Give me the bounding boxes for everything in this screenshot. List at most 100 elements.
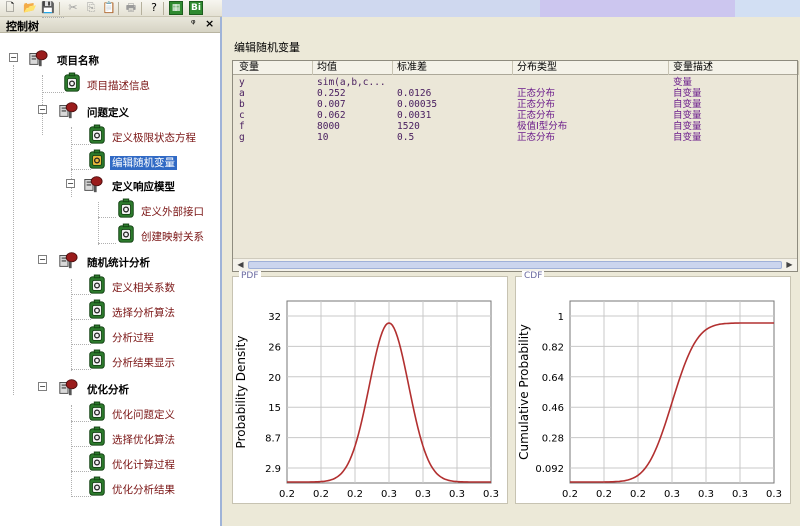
table-cell: 自变量 [673,132,702,143]
green-grid-icon[interactable]: ▦ [169,1,183,15]
control-tree-title: 控制树 [6,20,39,33]
table-cell: 正态分布 [517,110,556,121]
toolbar-separator [118,2,119,15]
table-cell: 0.252 [317,88,346,99]
cut-icon[interactable]: ✂ [66,1,80,15]
open-folder-icon[interactable]: 📂 [23,1,37,15]
tree-item-label[interactable]: 定义相关系数 [110,281,177,295]
table-header-row: 变量 均值 标准差 分布类型 变量描述 [233,61,799,75]
tree-item-label[interactable]: 选择优化算法 [110,433,177,447]
tree-item-label[interactable]: 选择分析算法 [110,306,177,320]
cdf-y-tick-label: 0.092 [535,464,564,475]
control-tree-header: 控制树 ᵠ × [0,17,220,33]
tree-node-icon [89,476,105,496]
tree-item-label[interactable]: 定义响应模型 [110,180,177,194]
tree-collapse-toggle[interactable]: − [9,53,18,62]
table-cell: 自变量 [673,99,702,110]
pdf-y-tick-label: 8.7 [265,434,281,445]
green-bi-icon[interactable]: Bi [189,1,203,15]
tree-item-label[interactable]: 编辑随机变量 [110,156,177,170]
tree-folder-icon [59,102,78,119]
cdf-y-tick-label: 1 [558,312,564,323]
tree-item-label[interactable]: 优化分析 [85,383,131,397]
tree-item-label[interactable]: 创建映射关系 [139,230,206,244]
tree-node-icon [89,274,105,294]
tree-node-icon [118,198,134,218]
random-variable-table: 变量 均值 标准差 分布类型 变量描述 y sim(a,b,c... 变量 a 0.252 0.0… [232,60,799,272]
close-icon[interactable]: × [205,17,214,30]
horizontal-scrollbar[interactable]: ◀ ▶ [233,258,797,271]
pdf-x-tick-label: 0.3 [483,489,499,500]
scroll-right-icon[interactable]: ▶ [783,259,796,271]
table-row[interactable]: f 8000 1520 极值I型分布 自变量 [233,121,797,132]
pdf-x-tick-label: 0.2 [313,489,329,500]
tree-item-label[interactable]: 优化分析结果 [110,483,177,497]
cdf-y-tick-label: 0.46 [542,403,564,414]
pdf-x-tick-label: 0.3 [415,489,431,500]
table-column-header[interactable]: 分布类型 [513,61,669,75]
tree-item-label[interactable]: 问题定义 [85,106,131,120]
table-column-header[interactable]: 标准差 [393,61,513,75]
table-cell: 正态分布 [517,132,556,143]
tree-item-label[interactable]: 项目名称 [55,54,101,68]
pdf-x-tick-label: 0.2 [279,489,295,500]
tree-collapse-toggle[interactable]: − [38,382,47,391]
table-row[interactable]: a 0.252 0.0126 正态分布 自变量 [233,88,797,99]
table-column-header[interactable]: 变量 [235,61,313,75]
cdf-chart-panel: 0.2 0.2 0.2 0.3 0.3 0.3 0.3 0.092 0.28 0.46 0.64 0.… [515,271,791,504]
tree-connector-line [42,92,64,93]
main-content: 编辑随机变量 变量 均值 标准差 分布类型 变量描述 y sim(a,b,c... 变量 a 0… [224,17,800,526]
pin-icon[interactable]: ᵠ [191,17,196,30]
table-cell: 极值I型分布 [517,121,568,132]
table-cell: 0.062 [317,110,346,121]
table-cell: 自变量 [673,121,702,132]
cdf-x-tick-label: 0.3 [664,489,680,500]
copy-icon[interactable]: ⎘ [84,1,98,15]
cdf-x-tick-label: 0.3 [732,489,748,500]
tree-item-label[interactable]: 优化计算过程 [110,458,177,472]
tree-item-label[interactable]: 随机统计分析 [85,256,152,270]
table-cell: b [239,99,245,110]
cdf-y-tick-label: 0.28 [542,434,564,445]
table-row[interactable]: c 0.062 0.0031 正态分布 自变量 [233,110,797,121]
tree-item-label[interactable]: 定义极限状态方程 [110,131,198,145]
help-icon[interactable]: ? [147,1,161,15]
tree-item-label[interactable]: 优化问题定义 [110,408,177,422]
table-cell: 0.5 [397,132,415,143]
table-cell: 正态分布 [517,99,556,110]
table-cell: 8000 [317,121,340,132]
tree-item-label[interactable]: 分析结果显示 [110,356,177,370]
print-icon[interactable]: 🖶 [124,1,138,15]
control-tree-panel: 控制树 ᵠ × − 项目名称项目描述信息 − 问题定义定义极限状态方程 编辑随机变量 − 定… [0,17,222,526]
page-title: 编辑随机变量 [234,41,300,54]
pdf-y-tick-label: 20 [268,373,281,384]
tree-collapse-toggle[interactable]: − [66,179,75,188]
table-cell: 自变量 [673,88,702,99]
scrollbar-thumb[interactable] [248,261,782,269]
pdf-chart: 0.2 0.2 0.2 0.3 0.3 0.3 0.3 2.9 8.7 15 20 26 32 Proba… [234,300,499,500]
paste-icon[interactable]: 📋 [102,1,116,15]
table-row[interactable]: g 10 0.5 正态分布 自变量 [233,132,797,143]
table-row[interactable]: b 0.007 0.00035 正态分布 自变量 [233,99,797,110]
tree-item-label[interactable]: 分析过程 [110,331,156,345]
toolbar-background-band [222,0,540,17]
main-toolbar: 🗋 📂 💾 ✂ ⎘ 📋 🖶? ▦ Bi [0,0,800,17]
pdf-y-tick-label: 15 [268,403,281,414]
tree-folder-icon [29,50,48,67]
table-row[interactable]: y sim(a,b,c... 变量 [233,77,797,88]
pdf-y-tick-label: 2.9 [265,464,281,475]
table-column-header[interactable]: 变量描述 [669,61,799,75]
cdf-chart: 0.2 0.2 0.2 0.3 0.3 0.3 0.3 0.092 0.28 0.46 0.64 0.… [517,300,782,500]
tree-item-label[interactable]: 项目描述信息 [85,79,152,93]
table-cell: 正态分布 [517,88,556,99]
scroll-left-icon[interactable]: ◀ [234,259,247,271]
tree-collapse-toggle[interactable]: − [38,255,47,264]
tree-collapse-toggle[interactable]: − [38,105,47,114]
new-file-icon[interactable]: 🗋 [3,1,17,15]
save-icon[interactable]: 💾 [41,1,55,15]
tree-folder-icon [59,379,78,396]
tree-item-label[interactable]: 定义外部接口 [139,205,206,219]
tree-node-icon [89,149,105,169]
tree-node-icon [89,401,105,421]
table-column-header[interactable]: 均值 [313,61,393,75]
